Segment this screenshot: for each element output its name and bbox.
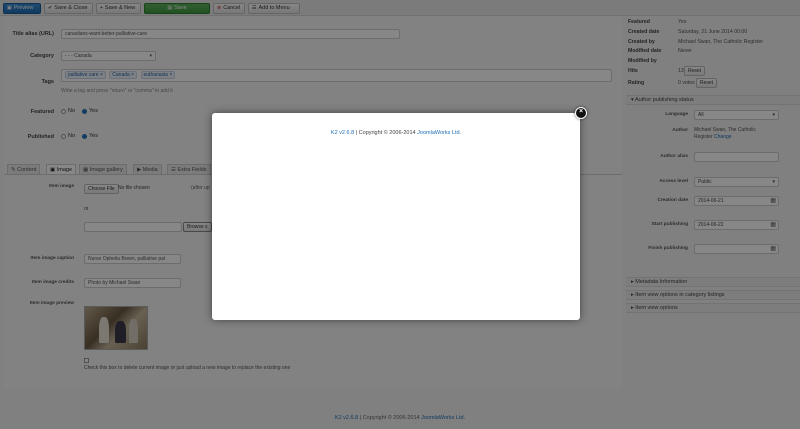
about-modal: K2 v2.6.8 | Copyright © 2006-2014 Joomla…: [212, 113, 580, 320]
modal-version-link[interactable]: K2 v2.6.8: [331, 130, 354, 136]
modal-copyright: K2 v2.6.8 | Copyright © 2006-2014 Joomla…: [330, 130, 462, 136]
modal-company-link[interactable]: JoomlaWorks Ltd.: [417, 130, 461, 136]
close-icon[interactable]: ×: [575, 107, 587, 119]
